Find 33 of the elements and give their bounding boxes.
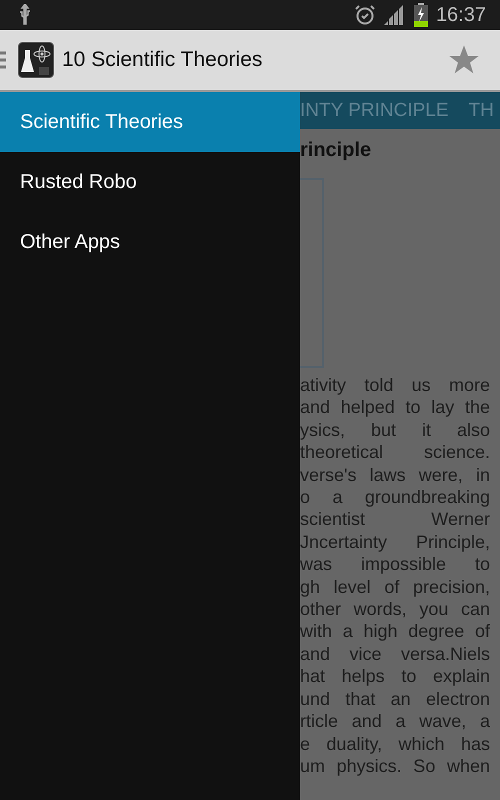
article-text-line: and helped to lay the xyxy=(300,396,490,419)
star-icon[interactable] xyxy=(448,44,480,76)
article-text-line: and vice versa.Niels xyxy=(300,642,490,666)
article-text-line: gh level of precision, xyxy=(300,576,490,598)
article-text-line: verse's laws were, in xyxy=(300,464,490,486)
article-text-line: e duality, which has xyxy=(300,732,490,755)
article-text-line: other words, you can xyxy=(300,598,490,620)
app-title: 10 Scientific Theories xyxy=(62,48,264,72)
article-text-line: o a groundbreaking xyxy=(300,486,490,508)
article-text-line: ativity told us more xyxy=(300,374,490,396)
tab[interactable]: TH xyxy=(468,100,494,122)
article-text-line: was impossible to xyxy=(300,553,490,576)
article-text-line: und that an electron xyxy=(300,688,490,710)
article-text-line: ysics, but it also xyxy=(300,418,490,442)
article-text-line: rticle and a wave, a xyxy=(300,710,490,732)
article-text-line: with a high degree of xyxy=(300,620,490,643)
alarm-icon xyxy=(354,4,376,26)
battery-icon xyxy=(414,3,428,27)
drawer-item[interactable]: Rusted Robo xyxy=(0,152,300,212)
drawer-item[interactable]: Other Apps xyxy=(0,212,300,272)
article-text-line: Jncertainty Principle, xyxy=(300,530,490,554)
usb-icon xyxy=(18,4,32,26)
article-text-line: theoretical science. xyxy=(300,441,490,464)
article-heading: rinciple xyxy=(300,139,372,162)
signal-icon xyxy=(384,5,406,25)
article-text-line: scientist Werner xyxy=(300,508,490,531)
clock-time: 16:37 xyxy=(436,4,486,26)
menu-icon[interactable] xyxy=(0,51,6,69)
drawer-item[interactable]: Scientific Theories xyxy=(0,92,300,152)
tab[interactable]: INTY PRINCIPLE xyxy=(300,100,449,122)
article-text-line: hat helps to explain xyxy=(300,665,490,688)
article-text-line: um physics. So when xyxy=(300,754,490,778)
app-logo-icon[interactable] xyxy=(18,42,54,78)
